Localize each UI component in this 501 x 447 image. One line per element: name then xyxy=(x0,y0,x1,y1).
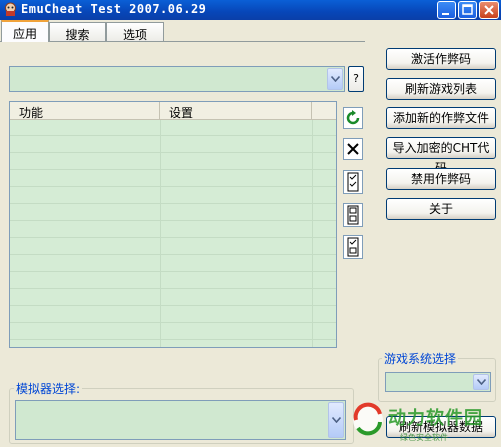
about-button[interactable]: 关于 xyxy=(386,198,496,220)
column-divider xyxy=(312,120,313,347)
minimize-icon xyxy=(442,13,449,15)
emulator-label: 模拟器选择: xyxy=(14,380,83,397)
close-button[interactable] xyxy=(479,1,499,19)
cheat-list-header: 功能 设置 xyxy=(10,102,336,120)
import-cht-button[interactable]: 导入加密的CHT代码 xyxy=(386,137,496,175)
emulator-dropdown-button[interactable] xyxy=(328,402,344,438)
minimize-button[interactable] xyxy=(437,1,456,19)
uncheck-list-icon xyxy=(347,205,359,225)
add-cheat-file-button[interactable]: 添加新的作弊文件 xyxy=(386,107,496,129)
tab-apply[interactable]: 应用 xyxy=(1,20,49,42)
cheat-file-select[interactable] xyxy=(9,66,345,92)
cheat-file-dropdown-button[interactable] xyxy=(327,68,343,90)
activate-cheats-button[interactable]: 激活作弊码 xyxy=(386,48,496,70)
disable-cheats-button[interactable]: 禁用作弊码 xyxy=(386,168,496,190)
refresh-games-button[interactable]: 刷新游戏列表 xyxy=(386,78,496,100)
window-title: EmuCheat Test 2007.06.29 xyxy=(21,2,207,16)
delete-icon xyxy=(347,143,359,155)
column-header-function[interactable]: 功能 xyxy=(10,102,160,120)
chevron-down-icon xyxy=(331,76,340,82)
uncheck-all-button[interactable] xyxy=(343,203,363,227)
column-divider xyxy=(160,120,161,347)
tab-search[interactable]: 搜索 xyxy=(49,22,106,42)
tab-strip: 应用 搜索 选项 xyxy=(0,20,501,42)
cheat-list[interactable]: 功能 设置 xyxy=(9,101,337,348)
maximize-button[interactable] xyxy=(458,1,477,19)
check-all-button[interactable] xyxy=(343,170,363,194)
tab-options[interactable]: 选项 xyxy=(106,22,164,42)
refresh-list-button[interactable] xyxy=(343,107,363,129)
help-button[interactable]: ? xyxy=(348,66,364,92)
game-system-select[interactable] xyxy=(385,372,491,392)
watermark-subtext: 绿色安全软件 xyxy=(400,433,448,442)
toggle-list-icon xyxy=(347,237,359,257)
check-list-icon xyxy=(347,172,359,192)
chevron-down-icon xyxy=(332,417,341,423)
watermark-text: 动力软件园 xyxy=(388,408,483,429)
game-system-label: 游戏系统选择 xyxy=(382,350,459,367)
delete-button[interactable] xyxy=(343,138,363,160)
close-icon xyxy=(484,5,494,15)
chevron-down-icon xyxy=(477,379,486,385)
maximize-icon xyxy=(462,4,473,15)
title-bar[interactable]: EmuCheat Test 2007.06.29 xyxy=(0,0,501,20)
emulator-select[interactable] xyxy=(15,400,346,440)
refresh-icon xyxy=(346,110,360,125)
app-icon xyxy=(3,2,18,17)
column-header-setting[interactable]: 设置 xyxy=(160,102,312,120)
game-system-dropdown-button[interactable] xyxy=(473,374,489,390)
tab-apply-label: 应用 xyxy=(12,27,37,41)
toggle-all-button[interactable] xyxy=(343,235,363,259)
